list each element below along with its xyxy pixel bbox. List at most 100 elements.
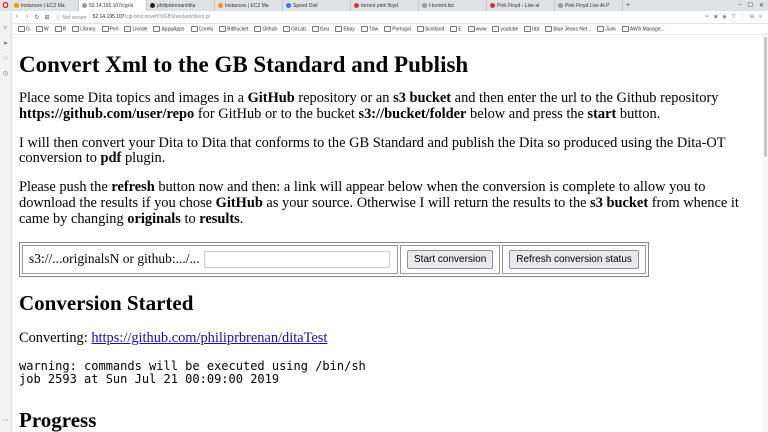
- minimize-icon[interactable]: –: [738, 2, 741, 9]
- browser-tab[interactable]: l-torrent.biz: [419, 0, 487, 11]
- forward-icon[interactable]: ›: [22, 14, 32, 20]
- repo-link[interactable]: https://github.com/philiprbrenan/ditaTes…: [91, 330, 327, 346]
- address-bar: ‹ › ↻ ⊞ ⓘ Not secure 52.14.195.107/cgi-b…: [12, 11, 768, 24]
- scrollbar-thumb[interactable]: [764, 37, 767, 157]
- bookmark-item[interactable]: R: [54, 25, 67, 33]
- page-title: Convert Xml to the GB Standard and Publi…: [19, 52, 469, 77]
- refresh-status-button[interactable]: Refresh conversion status: [509, 249, 639, 269]
- p3-bold-github: GitHub: [215, 194, 263, 211]
- bookmark-item[interactable]: Blue Jeans Net...: [545, 25, 592, 33]
- page-content: Convert Xml to the GB Standard and Publi…: [19, 36, 761, 432]
- more-icon[interactable]: ⋯: [3, 417, 9, 424]
- bookmark-item[interactable]: Perl: [101, 25, 118, 32]
- bookmark-item[interactable]: Scotland: [416, 25, 444, 32]
- browser-tab[interactable]: Instances | EC2 Ma: [215, 0, 283, 11]
- menu-icon[interactable]: ≡: [759, 14, 762, 20]
- browser-tab[interactable]: Speed Dial: [283, 0, 351, 11]
- back-icon[interactable]: ‹: [12, 14, 22, 20]
- tab-label: Speed Dial: [293, 2, 318, 9]
- shield-icon[interactable]: ⛉: [732, 14, 736, 20]
- send-icon[interactable]: ➤: [3, 40, 8, 47]
- url-field[interactable]: 52.14.195.107/cgi-bin/convertToGBStandar…: [93, 14, 210, 20]
- browser-tab[interactable]: Pink Floyd Live At P: [555, 0, 623, 11]
- bookmark-item[interactable]: W: [35, 25, 49, 33]
- folder-icon: [416, 25, 424, 32]
- bookmark-label: Tdw: [368, 26, 379, 33]
- converting-label: Converting:: [19, 329, 92, 346]
- tab-label: Instances | EC2 Ma: [21, 2, 65, 9]
- bookmark-label: Junk: [605, 26, 616, 33]
- start-conversion-button[interactable]: Start conversion: [407, 249, 494, 269]
- maximize-icon[interactable]: ☐: [748, 2, 753, 9]
- tab-favicon-icon: [354, 3, 359, 8]
- bookmark-item[interactable]: Gnu: [311, 25, 330, 33]
- folder-icon: [283, 25, 291, 32]
- tabs-grid-icon[interactable]: ⊞: [42, 14, 52, 21]
- command-output: warning: commands will be executed using…: [19, 358, 761, 386]
- bookmark-item[interactable]: Corelu: [190, 25, 214, 33]
- bookmark-label: Corelu: [198, 26, 214, 33]
- bookmark-item[interactable]: AWS Manage...: [621, 25, 665, 33]
- security-indicator[interactable]: ⓘ Not secure: [56, 14, 87, 21]
- browser-tab[interactable]: torrent pink floyd: [351, 0, 419, 11]
- bookmark-item[interactable]: E: [450, 25, 462, 32]
- p3-text-6: .: [239, 210, 244, 227]
- progress-heading: Progress: [19, 407, 97, 432]
- snapshot-icon[interactable]: ✂: [705, 14, 709, 20]
- p1-bold-s3: s3 bucket: [393, 90, 452, 106]
- url-path: /cgi-bin/convertToGBStandard/client.pl: [124, 14, 210, 20]
- bookmark-item[interactable]: youtube: [492, 25, 518, 32]
- bookmark-item[interactable]: Junk: [597, 25, 616, 33]
- bookmark-item[interactable]: Github: [254, 25, 277, 32]
- browser-tab[interactable]: Pink Floyd - Live at: [487, 0, 555, 11]
- bookmark-item[interactable]: Portugal: [384, 25, 411, 32]
- bookmark-label: R: [62, 26, 67, 33]
- browser-tab[interactable]: philiprbrenan/dita: [147, 0, 215, 11]
- p2-bold-pdf: pdf: [100, 150, 122, 167]
- bookmark-label: Gnu: [319, 26, 330, 33]
- new-tab-button[interactable]: +: [623, 2, 633, 9]
- bookmark-label: W: [43, 26, 49, 33]
- tab-label: Pink Floyd Live At P: [565, 2, 610, 9]
- bookmark-item[interactable]: Tdw: [360, 25, 379, 33]
- folder-icon: [311, 25, 319, 32]
- heart-icon[interactable]: ♡: [3, 55, 8, 62]
- tab-favicon-icon: [490, 3, 495, 8]
- close-window-icon[interactable]: ✕: [759, 2, 764, 9]
- browser-tab[interactable]: 52.14.195.107/cgi-b: [79, 0, 147, 11]
- folder-icon: [254, 25, 262, 32]
- output-line-2: job 2593 at Sun Jul 21 00:09:00 2019: [19, 371, 280, 386]
- bookmark-item[interactable]: bbt: [524, 25, 539, 32]
- vpn-icon[interactable]: ◉: [722, 14, 726, 20]
- folder-icon: [524, 25, 532, 32]
- bookmark-item[interactable]: Library: [72, 25, 96, 32]
- bookmark-label: Ebay: [343, 26, 355, 33]
- bookmark-label: Blue Jeans Net...: [553, 26, 592, 33]
- bookmark-label: BitBucket: [227, 26, 249, 33]
- search-icon[interactable]: ⌕: [4, 25, 7, 32]
- output-line-1: warning: commands will be executed using…: [19, 358, 366, 373]
- bookmark-item[interactable]: G: [18, 25, 30, 33]
- bookmark-item[interactable]: GitLab: [283, 25, 306, 32]
- bookmark-item[interactable]: BitBucket: [219, 25, 249, 33]
- bookmark-item[interactable]: www: [467, 25, 487, 33]
- bookmark-item[interactable]: AppaApps: [153, 25, 185, 32]
- bookmark-label: G: [26, 26, 30, 33]
- p1-text-2: repository or an: [294, 90, 394, 106]
- extensions-icon[interactable]: ⊞: [750, 14, 754, 20]
- folder-icon: [101, 25, 109, 32]
- page-scrollbar[interactable]: [763, 35, 768, 432]
- bookmark-label: www: [475, 26, 487, 33]
- bookmark-heart-icon[interactable]: ♡: [740, 14, 744, 20]
- bookmark-label: AWS Manage...: [629, 26, 665, 33]
- reload-icon[interactable]: ↻: [32, 14, 42, 21]
- history-icon[interactable]: ◷: [3, 70, 8, 77]
- folder-icon: [467, 25, 475, 32]
- opera-logo-icon[interactable]: O: [0, 0, 11, 11]
- bookmark-item[interactable]: Linode: [124, 25, 147, 32]
- bookmark-item[interactable]: Ebay: [335, 25, 355, 33]
- browser-tab[interactable]: Instances | EC2 Ma: [11, 0, 79, 11]
- camera-icon[interactable]: ◙: [714, 14, 717, 20]
- conversion-form: s3://...originalsN or github:.../... Sta…: [19, 241, 649, 277]
- source-url-input[interactable]: [203, 250, 390, 268]
